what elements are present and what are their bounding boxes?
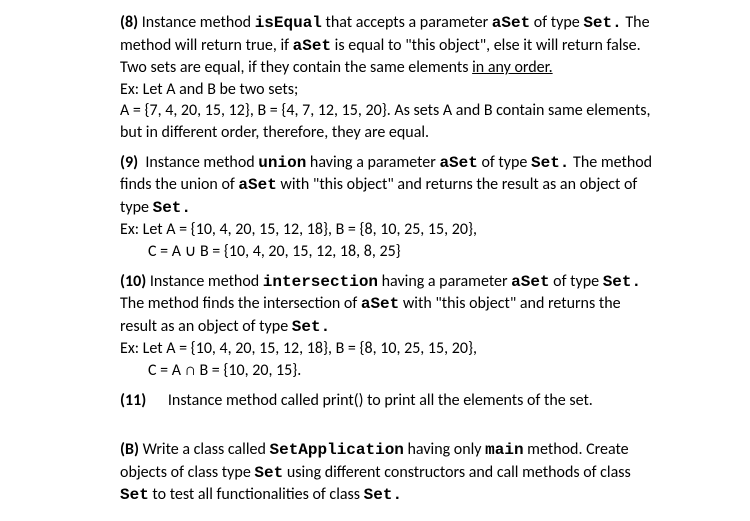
type-Set: Set [254, 464, 283, 482]
text: Instance method [142, 13, 255, 32]
section-9-para1: (9) Instance method union having a param… [120, 152, 660, 220]
type-Set: Set. [153, 199, 191, 217]
item-label-B: (B) [120, 440, 139, 459]
section-10: (10) Instance method intersection having… [120, 271, 660, 382]
text: of type [530, 13, 583, 32]
param-aSet: aSet [293, 37, 331, 55]
section-9: (9) Instance method union having a param… [120, 152, 660, 263]
method-isEqual: isEqual [255, 14, 322, 32]
text: to test all functionalities of class [149, 485, 364, 504]
text: Instance method [150, 272, 263, 291]
type-Set: Set. [292, 318, 330, 336]
section-11-para: (11) Instance method called print() to p… [120, 390, 660, 412]
method-main: main [485, 441, 523, 459]
text: Instance method [145, 153, 258, 172]
underlined-text: in any order. [472, 58, 553, 77]
type-Set: Set. [603, 273, 641, 291]
text: Write a class called [143, 440, 270, 459]
text: using different constructors and call me… [283, 463, 631, 482]
param-aSet: aSet [361, 295, 399, 313]
section-9-example-sets: Ex: Let A = {10, 4, 20, 15, 12, 18}, B =… [120, 219, 660, 241]
param-aSet: aSet [492, 14, 530, 32]
text: of type [550, 272, 603, 291]
method-union: union [258, 154, 306, 172]
param-aSet: aSet [238, 176, 276, 194]
section-10-example-sets: Ex: Let A = {10, 4, 20, 15, 12, 18}, B =… [120, 338, 660, 360]
section-B: (B) Write a class called SetApplication … [120, 439, 660, 507]
item-label-8: (8) [120, 13, 138, 32]
item-label-11: (11) [120, 391, 146, 410]
text: that accepts a parameter [322, 13, 492, 32]
section-8-example-sets: A = {7, 4, 20, 15, 12}, B = {4, 7, 12, 1… [120, 100, 660, 143]
section-10-example-result: C = A ∩ B = {10, 20, 15}. [120, 360, 660, 382]
param-aSet: aSet [511, 273, 549, 291]
type-Set: Set. [531, 154, 569, 172]
section-B-para: (B) Write a class called SetApplication … [120, 439, 660, 507]
item-label-10: (10) [120, 272, 146, 291]
section-11: (11) Instance method called print() to p… [120, 390, 660, 412]
section-8-example-intro: Ex: Let A and B be two sets; [120, 79, 660, 101]
class-SetApplication: SetApplication [269, 441, 403, 459]
text: Instance method called print() to print … [168, 391, 593, 410]
text: having a parameter [378, 272, 511, 291]
section-8: (8) Instance method isEqual that accepts… [120, 12, 660, 144]
item-label-9: (9) [120, 153, 138, 172]
section-10-para1: (10) Instance method intersection having… [120, 271, 660, 339]
text: having a parameter [306, 153, 439, 172]
text: The method finds the intersection of [120, 294, 361, 313]
method-intersection: intersection [263, 273, 378, 291]
section-8-para1: (8) Instance method isEqual that accepts… [120, 12, 660, 79]
type-Set: Set. [583, 14, 621, 32]
section-9-example-result: C = A ∪ B = {10, 4, 20, 15, 12, 18, 8, 2… [120, 241, 660, 263]
type-Set: Set. [364, 486, 402, 504]
text: of type [478, 153, 531, 172]
param-aSet: aSet [439, 154, 477, 172]
type-Set: Set [120, 486, 149, 504]
text: having only [404, 440, 485, 459]
